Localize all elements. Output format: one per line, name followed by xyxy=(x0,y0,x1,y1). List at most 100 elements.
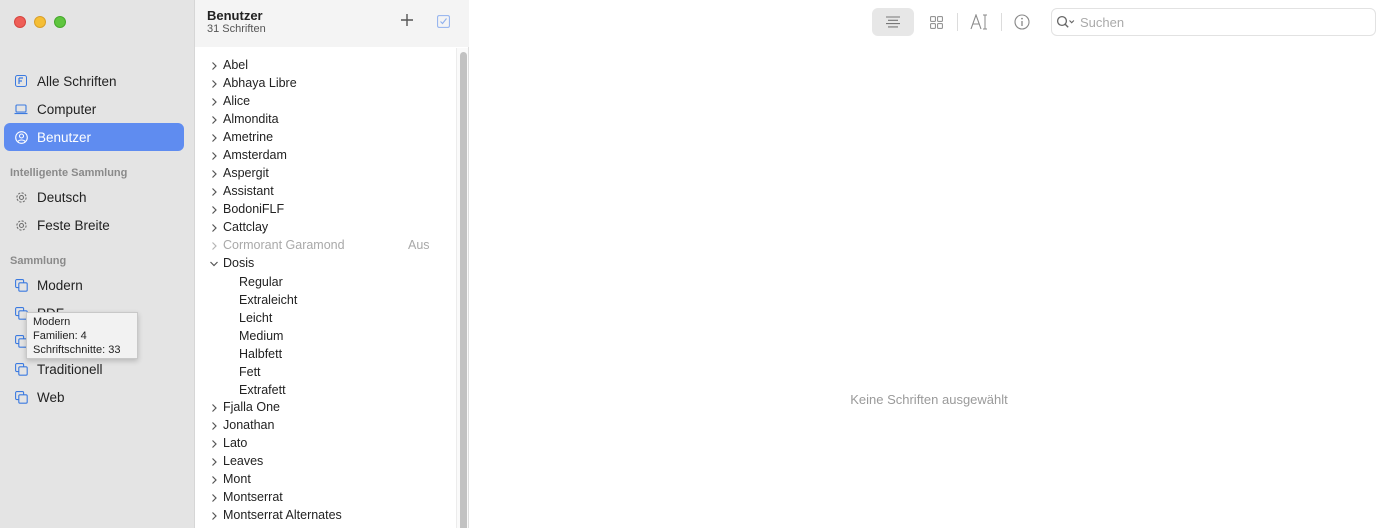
sidebar-item-label: Alle Schriften xyxy=(37,73,117,89)
chevron-right-icon[interactable] xyxy=(209,403,219,413)
font-family-name: Mont xyxy=(223,472,251,486)
chevron-right-icon[interactable] xyxy=(209,457,219,467)
font-family-name: Ametrine xyxy=(223,130,274,144)
chevron-right-icon[interactable] xyxy=(209,223,219,233)
search-input[interactable] xyxy=(1080,14,1360,30)
font-family-name: Dosis xyxy=(223,256,255,270)
validate-fonts-button[interactable] xyxy=(436,14,450,28)
font-family-row[interactable]: Cattclay xyxy=(195,219,450,237)
search-icon[interactable] xyxy=(1056,15,1076,29)
chevron-right-icon[interactable] xyxy=(209,205,219,215)
font-status: Aus xyxy=(408,238,430,252)
sidebar-item-feste-breite[interactable]: Feste Breite xyxy=(4,211,184,239)
font-family-name: Montserrat Alternates xyxy=(223,508,342,522)
glyph-view-button[interactable] xyxy=(965,8,993,36)
checkbox-icon xyxy=(436,14,450,28)
info-icon xyxy=(1014,14,1030,30)
font-list-pane: Benutzer 31 Schriften Abel Abhaya Libre Al… xyxy=(195,0,469,528)
info-button[interactable] xyxy=(1008,8,1036,36)
sidebar-item-label: Web xyxy=(37,389,65,405)
add-font-button[interactable] xyxy=(398,11,416,29)
font-book-icon xyxy=(14,74,28,88)
chevron-down-icon[interactable] xyxy=(209,259,219,269)
minimize-window-button[interactable] xyxy=(34,16,46,28)
font-family-name: Cormorant Garamond xyxy=(223,238,345,252)
sidebar-item-computer[interactable]: Computer xyxy=(4,95,184,123)
chevron-right-icon[interactable] xyxy=(209,169,219,179)
font-family-name: Montserrat xyxy=(223,490,283,504)
tooltip-styles: Schriftschnitte: 33 xyxy=(33,344,121,356)
font-family-row[interactable]: Amsterdam xyxy=(195,147,450,165)
gear-icon xyxy=(14,190,28,204)
font-family-name: Jonathan xyxy=(223,418,275,432)
font-family-name: Alice xyxy=(223,94,251,108)
sidebar-item-label: Modern xyxy=(37,277,83,293)
text-lines-icon xyxy=(886,16,900,28)
font-family-row[interactable]: Mont xyxy=(195,471,450,489)
font-family-row[interactable]: Abel xyxy=(195,57,450,75)
tooltip-title: Modern xyxy=(33,316,71,328)
chevron-right-icon[interactable] xyxy=(209,97,219,107)
collection-icon xyxy=(14,278,28,292)
font-family-row[interactable]: Montserrat xyxy=(195,489,450,507)
font-style-row[interactable]: Medium xyxy=(239,329,283,347)
font-style-row[interactable]: Extraleicht xyxy=(239,293,297,311)
font-family-row[interactable]: Jonathan xyxy=(195,417,450,435)
font-family-row[interactable]: Abhaya Libre xyxy=(195,75,450,93)
font-family-name: Fjalla One xyxy=(223,400,280,414)
sample-view-button[interactable] xyxy=(872,8,914,36)
chevron-right-icon[interactable] xyxy=(209,241,219,251)
search-field[interactable] xyxy=(1051,8,1376,36)
font-family-row[interactable]: Fjalla One xyxy=(195,399,450,417)
zoom-window-button[interactable] xyxy=(54,16,66,28)
chevron-right-icon[interactable] xyxy=(209,421,219,431)
sidebar-item-alle-schriften[interactable]: Alle Schriften xyxy=(4,67,184,95)
font-style-row[interactable]: Fett xyxy=(239,365,261,383)
font-family-row[interactable]: Ametrine xyxy=(195,129,450,147)
gear-icon xyxy=(14,218,28,232)
font-count: 31 Schriften xyxy=(207,23,266,35)
font-family-row[interactable]: Aspergit xyxy=(195,165,450,183)
font-family-row[interactable]: Dosis xyxy=(195,255,450,273)
type-size-icon xyxy=(970,14,987,30)
chevron-right-icon[interactable] xyxy=(209,511,219,521)
chevron-right-icon[interactable] xyxy=(209,133,219,143)
sidebar-item-modern[interactable]: Modern xyxy=(4,271,184,299)
chevron-right-icon[interactable] xyxy=(209,79,219,89)
close-window-button[interactable] xyxy=(14,16,26,28)
font-family-row[interactable]: BodoniFLF xyxy=(195,201,450,219)
font-family-name: Cattclay xyxy=(223,220,269,234)
collection-heading: Sammlung xyxy=(10,255,67,267)
font-family-row[interactable]: Cormorant Garamond Aus xyxy=(195,237,450,255)
font-style-row[interactable]: Regular xyxy=(239,275,283,293)
font-family-row[interactable]: Alice xyxy=(195,93,450,111)
chevron-right-icon[interactable] xyxy=(209,115,219,125)
chevron-right-icon[interactable] xyxy=(209,187,219,197)
chevron-right-icon[interactable] xyxy=(209,61,219,71)
font-style-row[interactable]: Halbfett xyxy=(239,347,282,365)
grid-view-button[interactable] xyxy=(922,8,950,36)
chevron-right-icon[interactable] xyxy=(209,475,219,485)
font-family-row[interactable]: Assistant xyxy=(195,183,450,201)
sidebar-item-web[interactable]: Web xyxy=(4,383,184,411)
font-family-row[interactable]: Montserrat Alternates xyxy=(195,507,450,525)
sidebar-item-deutsch[interactable]: Deutsch xyxy=(4,183,184,211)
sidebar-item-label: Benutzer xyxy=(37,129,92,145)
font-family-row[interactable]: Almondita xyxy=(195,111,450,129)
sidebar-item-traditionell[interactable]: Traditionell xyxy=(4,355,184,383)
font-family-name: Lato xyxy=(223,436,248,450)
collection-icon xyxy=(14,390,28,404)
font-style-row[interactable]: Leicht xyxy=(239,311,272,329)
user-icon xyxy=(14,130,28,144)
chevron-right-icon[interactable] xyxy=(209,151,219,161)
chevron-right-icon[interactable] xyxy=(209,493,219,503)
chevron-right-icon[interactable] xyxy=(209,439,219,449)
list-title: Benutzer xyxy=(207,8,263,23)
scrollbar[interactable] xyxy=(456,48,468,528)
scrollbar-thumb[interactable] xyxy=(460,52,467,528)
sidebar-item-benutzer[interactable]: Benutzer xyxy=(4,123,184,151)
toolbar-divider xyxy=(1001,13,1002,31)
font-family-row[interactable]: Leaves xyxy=(195,453,450,471)
sidebar-item-label: Computer xyxy=(37,101,97,117)
font-family-row[interactable]: Lato xyxy=(195,435,450,453)
